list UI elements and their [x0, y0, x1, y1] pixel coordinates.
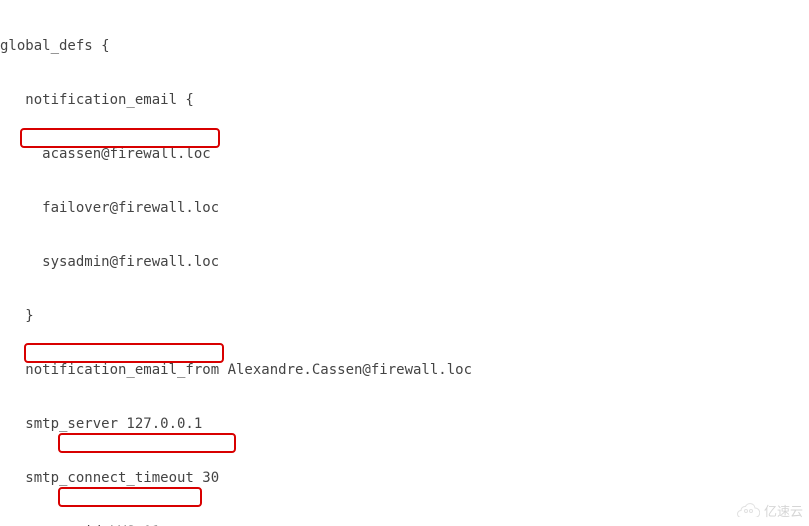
code-line: smtp_connect_timeout 30 — [0, 469, 809, 487]
watermark-text: 亿速云 — [764, 503, 803, 521]
code-line-smtp-server: smtp_server 127.0.0.1 — [0, 415, 809, 433]
code-line: } — [0, 307, 809, 325]
code-line: sysadmin@firewall.loc — [0, 253, 809, 271]
cloud-icon — [736, 501, 760, 522]
code-line: global_defs { — [0, 37, 809, 55]
highlight-box-virtual-router-id — [24, 343, 224, 363]
code-line: acassen@firewall.loc — [0, 145, 809, 163]
highlight-box-virtual-ip — [58, 487, 202, 507]
code-line: failover@firewall.loc — [0, 199, 809, 217]
code-line: notification_email { — [0, 91, 809, 109]
watermark: 亿速云 — [736, 501, 803, 522]
config-code-block: global_defs { notification_email { acass… — [0, 0, 809, 526]
code-line: notification_email_from Alexandre.Cassen… — [0, 361, 809, 379]
highlight-box-auth-pass — [58, 433, 236, 453]
